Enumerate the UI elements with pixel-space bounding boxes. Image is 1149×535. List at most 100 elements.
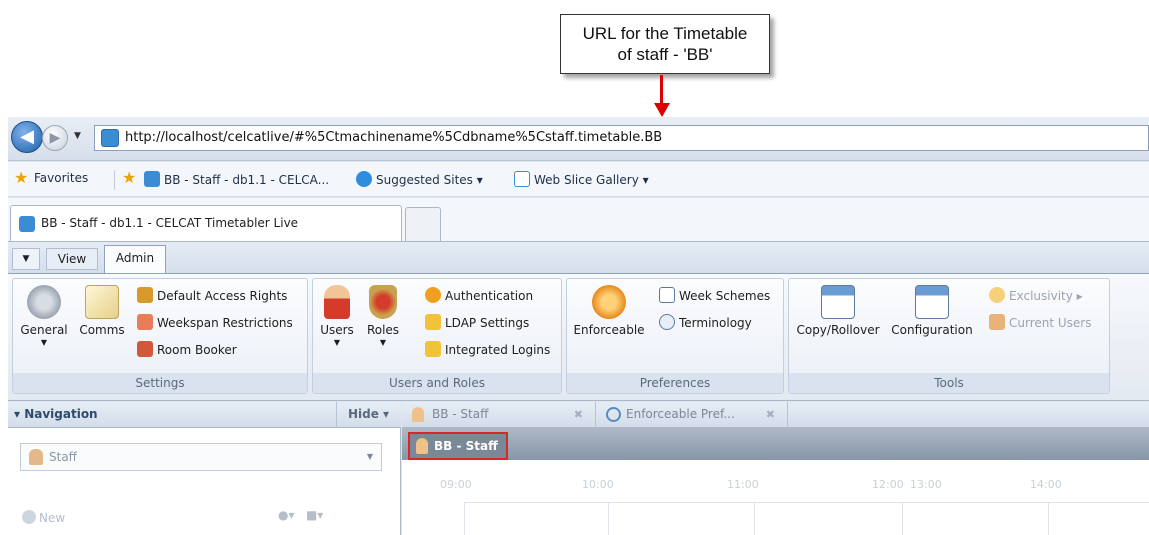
authentication-button[interactable]: Authentication (425, 287, 533, 303)
doc-tab-bb-staff-label: BB - Staff (432, 407, 489, 421)
comms-button[interactable]: Comms (75, 285, 129, 337)
navigation-type-select[interactable]: Staff ▼ (20, 443, 382, 471)
grid-line (464, 502, 465, 535)
configuration-icon (915, 285, 949, 319)
grid-view-icon[interactable]: ■▾ (306, 508, 323, 522)
general-dropdown-icon: ▼ (40, 338, 48, 347)
doc-tab-enforceable-label: Enforceable Pref... (626, 407, 735, 421)
group-tools: Copy/Rollover Configuration Exclusivity … (788, 278, 1110, 394)
new-tab-button[interactable] (405, 207, 441, 241)
close-icon[interactable]: ✖ (574, 402, 583, 427)
timetable-title-strip: BB - Staff (402, 428, 1149, 460)
integrated-logins-button[interactable]: Integrated Logins (425, 341, 550, 357)
ribbon-menu-dropdown[interactable]: ▼ (12, 248, 40, 270)
callout-line-2: of staff - 'BB' (617, 45, 713, 64)
hide-navigation-button[interactable]: Hide ▾ (336, 402, 400, 428)
fav-link-web-slice[interactable]: Web Slice Gallery ▾ (514, 171, 649, 187)
hour-label: 13:00 (910, 478, 942, 491)
fav-link-suggested-sites[interactable]: Suggested Sites ▾ (356, 171, 483, 187)
enforceable-button[interactable]: Enforceable (571, 285, 647, 337)
group-users-roles: Users ▼ Roles ▼ Authentication LDAP Sett… (312, 278, 562, 394)
general-button[interactable]: General ▼ (17, 285, 71, 347)
exclusivity-button[interactable]: Exclusivity ▸ (989, 287, 1083, 303)
favbar-divider (114, 170, 115, 190)
exclusivity-arrow-icon: ▸ (1076, 289, 1083, 303)
terminology-button[interactable]: Terminology (659, 314, 752, 330)
copy-rollover-button[interactable]: Copy/Rollover (793, 285, 883, 337)
gear-icon (27, 285, 61, 319)
url-callout: URL for the Timetable of staff - 'BB' (560, 14, 770, 74)
staff-title-text: BB - Staff (434, 439, 498, 453)
content-area: BB - Staff ✖ Enforceable Pref... ✖ BB - … (402, 402, 1149, 535)
shield-icon (137, 287, 153, 303)
copy-rollover-label: Copy/Rollover (796, 323, 880, 337)
configuration-button[interactable]: Configuration (887, 285, 977, 337)
configuration-label: Configuration (891, 323, 973, 337)
fav-link-bb-staff[interactable]: BB - Staff - db1.1 - CELCA... (144, 171, 329, 187)
group-label-tools: Tools (789, 373, 1109, 393)
roles-button[interactable]: Roles ▼ (361, 285, 405, 347)
grid-top-line (464, 502, 1149, 503)
back-button[interactable]: ◀ (11, 121, 43, 153)
url-text: http://localhost/celcatlive/#%5Ctmachine… (125, 130, 663, 145)
url-input[interactable]: http://localhost/celcatlive/#%5Ctmachine… (94, 125, 1149, 151)
screenshot-stage: URL for the Timetable of staff - 'BB' ◀ … (0, 0, 1149, 535)
terminology-label: Terminology (679, 316, 752, 330)
ie-icon (356, 171, 372, 187)
current-users-button[interactable]: Current Users (989, 314, 1092, 330)
tab-admin[interactable]: Admin (104, 245, 166, 274)
site-favicon-icon (101, 129, 119, 147)
history-dropdown-icon[interactable]: ▼ (74, 131, 81, 141)
add-favorite-icon[interactable]: ★ (122, 168, 136, 187)
staff-person-icon (29, 449, 43, 465)
group-label-preferences: Preferences (567, 373, 783, 393)
callout-arrow-shaft (660, 75, 663, 105)
week-schemes-label: Week Schemes (679, 289, 771, 303)
people-filter-icon[interactable]: ●▾ (278, 508, 295, 522)
roles-dropdown-icon: ▼ (379, 338, 387, 347)
ribbon: General ▼ Comms Default Access Rights We… (8, 273, 1149, 401)
ldap-settings-button[interactable]: LDAP Settings (425, 314, 529, 330)
envelope-icon (85, 285, 119, 319)
copy-rollover-icon (821, 285, 855, 319)
navigation-tools[interactable]: ●▾ ■▾ (278, 508, 323, 522)
staff-tab-icon (412, 407, 424, 422)
grid-line (754, 502, 755, 535)
browser-window: ◀ ▶ ▼ http://localhost/celcatlive/#%5Ctm… (8, 117, 1149, 535)
clock-icon (606, 407, 621, 422)
abc-icon (659, 314, 675, 330)
hour-label: 11:00 (727, 478, 759, 491)
folder-key-icon (425, 341, 441, 357)
browser-tab-row: BB - Staff - db1.1 - CELCAT Timetabler L… (8, 198, 1149, 241)
favorites-star-icon: ★ (14, 168, 29, 187)
exclusivity-icon (989, 287, 1005, 303)
group-settings: General ▼ Comms Default Access Rights We… (12, 278, 308, 394)
weekspan-restrictions-button[interactable]: Weekspan Restrictions (137, 314, 293, 330)
close-icon[interactable]: ✖ (766, 402, 775, 427)
default-access-rights-button[interactable]: Default Access Rights (137, 287, 287, 303)
timetable-grid[interactable]: 09:00 10:00 11:00 12:00 13:00 14:00 (402, 460, 1149, 535)
site-icon (144, 171, 160, 187)
week-schemes-button[interactable]: Week Schemes (659, 287, 770, 303)
doc-tab-bb-staff[interactable]: BB - Staff ✖ (402, 402, 596, 428)
doc-tab-enforceable[interactable]: Enforceable Pref... ✖ (596, 402, 788, 428)
group-preferences: Enforceable Week Schemes Terminology Pre… (566, 278, 784, 394)
week-scheme-icon (659, 287, 675, 303)
hour-label: 09:00 (440, 478, 472, 491)
user-icon (324, 285, 350, 319)
fav-link-suggested-label: Suggested Sites ▾ (376, 173, 483, 187)
forward-button[interactable]: ▶ (42, 125, 68, 151)
room-booker-button[interactable]: Room Booker (137, 341, 237, 357)
document-tab-strip: BB - Staff ✖ Enforceable Pref... ✖ (402, 402, 1149, 428)
general-label: General (20, 323, 68, 337)
favorites-button[interactable]: Favorites (34, 171, 88, 185)
tab-view[interactable]: View (46, 248, 98, 270)
navigation-select-value: Staff (49, 450, 77, 464)
comms-label: Comms (79, 323, 125, 337)
users-label: Users (320, 323, 354, 337)
navigation-title[interactable]: ▾ Navigation (14, 407, 98, 421)
browser-tab-active[interactable]: BB - Staff - db1.1 - CELCAT Timetabler L… (10, 205, 402, 241)
new-button[interactable]: New (22, 510, 65, 525)
callout-arrow-head-icon (654, 103, 670, 117)
users-button[interactable]: Users ▼ (317, 285, 357, 347)
